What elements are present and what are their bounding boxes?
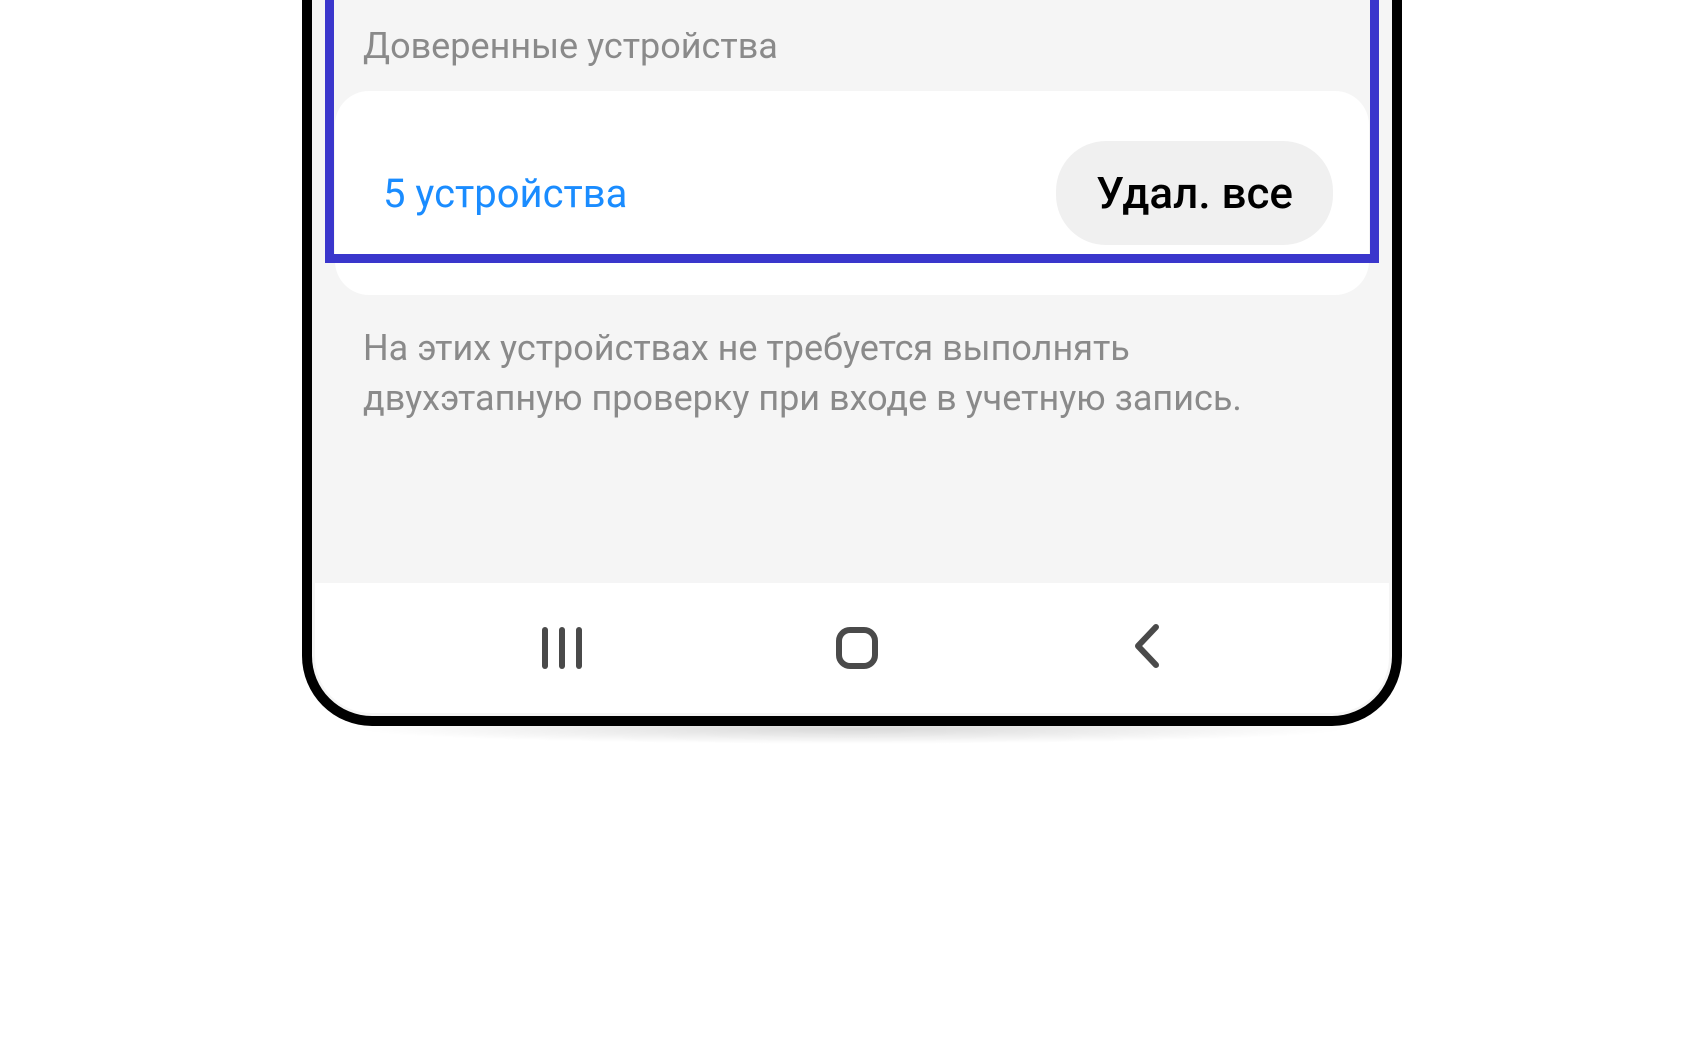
phone-screen: Доверенные устройства 5 устройства Удал.… xyxy=(315,0,1389,713)
devices-count-link[interactable]: 5 устройства xyxy=(383,170,627,217)
trusted-devices-card: 5 устройства Удал. все xyxy=(335,91,1369,295)
trusted-devices-header: Доверенные устройства xyxy=(315,0,1389,91)
recent-apps-button[interactable] xyxy=(542,627,582,669)
home-button[interactable] xyxy=(836,627,878,669)
android-nav-bar xyxy=(315,583,1389,713)
recent-apps-icon xyxy=(559,627,565,669)
phone-frame: Доверенные устройства 5 устройства Удал.… xyxy=(302,0,1402,726)
recent-apps-icon xyxy=(576,627,582,669)
back-icon xyxy=(1132,623,1162,669)
phone-shadow xyxy=(352,714,1352,744)
delete-all-button[interactable]: Удал. все xyxy=(1056,141,1333,245)
back-button[interactable] xyxy=(1132,623,1162,673)
phone-inner: Доверенные устройства 5 устройства Удал.… xyxy=(312,0,1392,716)
content-area: Доверенные устройства 5 устройства Удал.… xyxy=(315,0,1389,583)
trusted-devices-description: На этих устройствах не требуется выполня… xyxy=(315,295,1389,464)
recent-apps-icon xyxy=(542,627,548,669)
